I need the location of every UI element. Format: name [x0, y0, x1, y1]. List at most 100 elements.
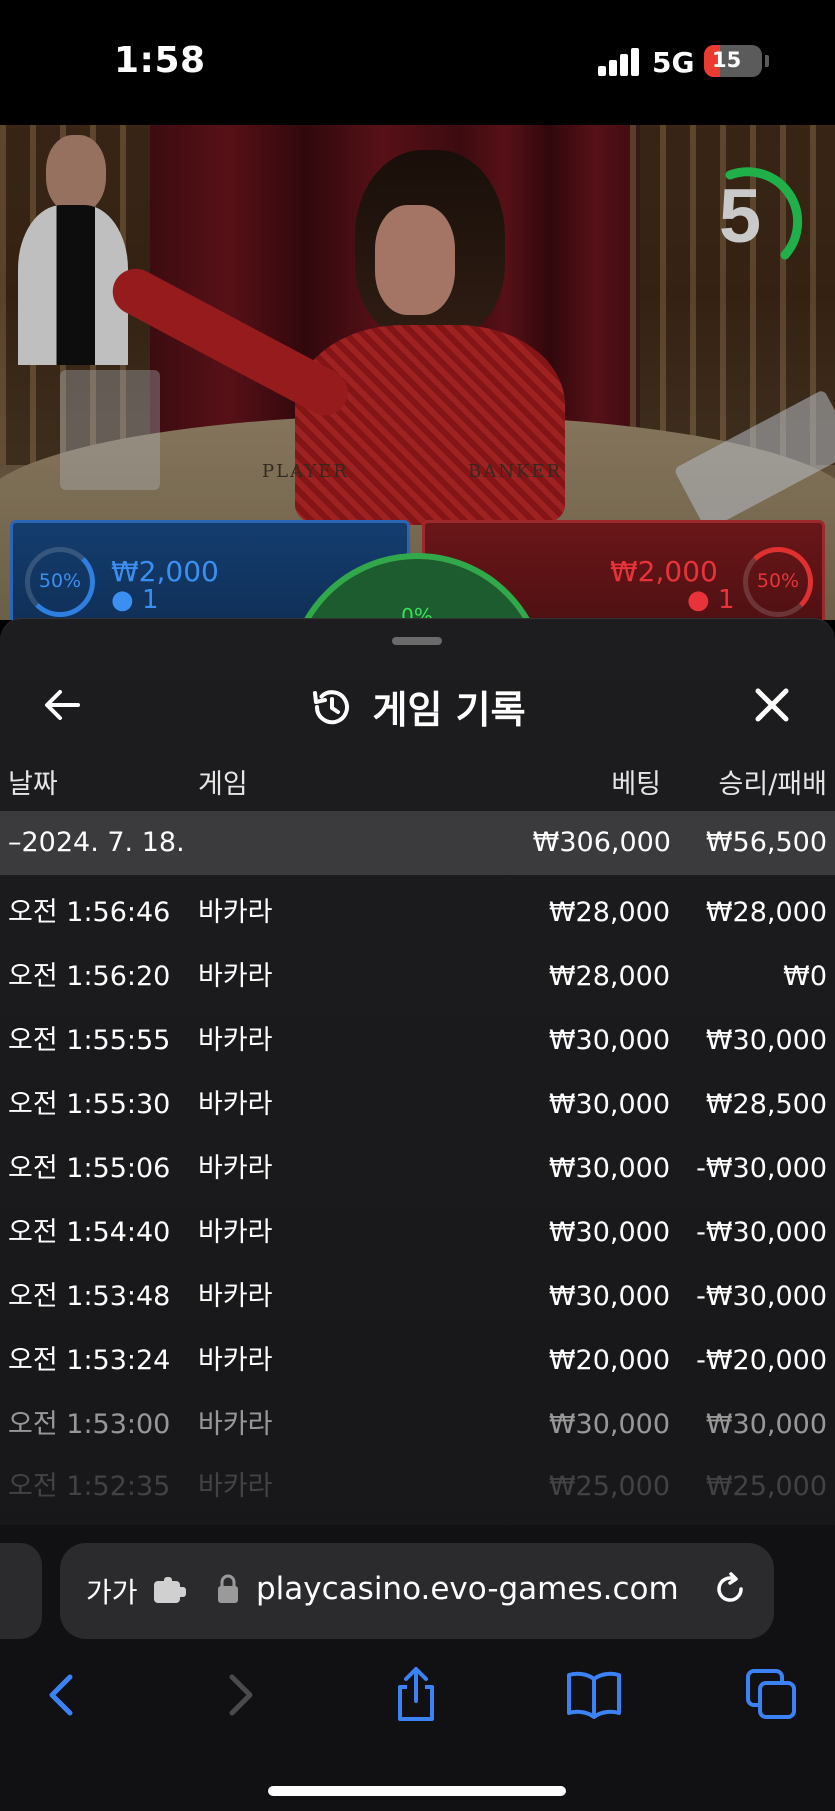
row-win-loss: ₩28,000 [705, 897, 827, 928]
row-bet: ₩30,000 [548, 1153, 670, 1184]
player-percent-ring: 50% [25, 547, 95, 617]
row-game: 바카라 [198, 1471, 273, 1502]
banker-bettor-count: ● 1 [687, 585, 735, 615]
row-time: 오전 1:54:40 [8, 1217, 171, 1248]
battery-nub [765, 55, 769, 67]
cellular-signal-icon [598, 48, 642, 76]
close-icon [755, 688, 789, 722]
table-row[interactable]: 오전 1:53:48 바카라 ₩30,000 -₩30,000 [0, 1265, 835, 1329]
row-game: 바카라 [198, 1281, 273, 1312]
row-win-loss: ₩28,500 [705, 1089, 827, 1120]
summary-date: –2024. 7. 18. [8, 827, 185, 858]
row-game: 바카라 [198, 1153, 273, 1184]
row-win-loss: -₩30,000 [696, 1281, 827, 1312]
row-bet: ₩30,000 [548, 1281, 670, 1312]
row-bet: ₩30,000 [548, 1089, 670, 1120]
row-game: 바카라 [198, 1089, 273, 1120]
table-row[interactable]: 오전 1:52:35 바카라 ₩25,000 ₩25,000 [0, 1455, 835, 1519]
banker-count-value: 1 [717, 585, 735, 615]
row-time: 오전 1:53:24 [8, 1345, 171, 1376]
player-percent: 50% [38, 570, 82, 592]
countdown-value: 5 [718, 174, 762, 259]
row-win-loss: ₩25,000 [705, 1471, 827, 1502]
table-row[interactable]: 오전 1:55:30 바카라 ₩30,000 ₩28,500 [0, 1073, 835, 1137]
share-icon[interactable] [386, 1665, 446, 1725]
forward-nav-icon[interactable] [210, 1665, 270, 1725]
reload-icon[interactable] [710, 1569, 750, 1609]
table-row[interactable]: 오전 1:53:24 바카라 ₩20,000 -₩20,000 [0, 1329, 835, 1393]
row-game: 바카라 [198, 1345, 273, 1376]
extension-icon[interactable] [152, 1575, 188, 1607]
history-icon [313, 689, 350, 724]
row-bet: ₩30,000 [548, 1409, 670, 1440]
address-bar[interactable]: 가가 playcasino.evo-games.com [60, 1543, 774, 1639]
row-bet: ₩25,000 [548, 1471, 670, 1502]
sheet-header: 게임 기록 [0, 659, 835, 755]
column-header-game: 게임 [198, 769, 248, 800]
live-video-stream[interactable]: PLAYER BANKER 5 50% ₩2,000 ● 1 ₩2,000 ● … [0, 125, 835, 620]
banker-bet-amount: ₩2,000 [610, 555, 718, 588]
close-button[interactable] [746, 679, 798, 731]
date-summary-row[interactable]: –2024. 7. 18. ₩306,000 ₩56,500 [0, 811, 835, 875]
row-win-loss: -₩30,000 [696, 1153, 827, 1184]
table-row[interactable]: 오전 1:55:55 바카라 ₩30,000 ₩30,000 [0, 1009, 835, 1073]
row-time: 오전 1:56:20 [8, 961, 171, 992]
row-time: 오전 1:53:48 [8, 1281, 171, 1312]
summary-bet: ₩306,000 [532, 827, 671, 858]
row-win-loss: -₩20,000 [696, 1345, 827, 1376]
game-history-sheet: 게임 기록 날짜 게임 베팅 승리/패배 –2024. 7. 18. ₩306,… [0, 618, 835, 1528]
status-time: 1:58 [114, 40, 206, 81]
player-bettor-count: ● 1 [111, 585, 159, 615]
column-header-win-loss: 승리/패배 [718, 769, 827, 800]
browser-toolbar [0, 1665, 835, 1735]
row-win-loss: ₩30,000 [705, 1025, 827, 1056]
row-time: 오전 1:55:06 [8, 1153, 171, 1184]
row-game: 바카라 [198, 897, 273, 928]
banker-percent-ring: 50% [743, 547, 813, 617]
row-win-loss: ₩30,000 [705, 1409, 827, 1440]
back-nav-icon[interactable] [32, 1665, 92, 1725]
row-time: 오전 1:53:00 [8, 1409, 171, 1440]
sheet-grabber[interactable] [392, 637, 442, 645]
table-row[interactable]: 오전 1:53:00 바카라 ₩30,000 ₩30,000 [0, 1393, 835, 1457]
browser-chrome: 가가 playcasino.evo-games.com [0, 1525, 835, 1811]
sheet-title: 게임 기록 [0, 679, 835, 734]
home-indicator[interactable] [268, 1786, 566, 1796]
page-settings-button[interactable]: 가가 [86, 1571, 138, 1611]
row-bet: ₩28,000 [548, 961, 670, 992]
row-time: 오전 1:52:35 [8, 1471, 171, 1502]
row-bet: ₩30,000 [548, 1217, 670, 1248]
player-bet-amount: ₩2,000 [111, 555, 219, 588]
table-row[interactable]: 오전 1:55:06 바카라 ₩30,000 -₩30,000 [0, 1137, 835, 1201]
tabs-icon[interactable] [742, 1665, 802, 1725]
row-bet: ₩28,000 [548, 897, 670, 928]
status-bar: 1:58 5G 15 [0, 0, 835, 125]
column-header-date: 날짜 [8, 769, 58, 800]
row-game: 바카라 [198, 961, 273, 992]
table-row[interactable]: 오전 1:56:46 바카라 ₩28,000 ₩28,000 [0, 881, 835, 945]
table-row[interactable]: 오전 1:56:20 바카라 ₩28,000 ₩0 [0, 945, 835, 1009]
previous-tab-preview[interactable] [0, 1543, 42, 1639]
row-win-loss: -₩30,000 [696, 1217, 827, 1248]
player-count-value: 1 [141, 585, 159, 615]
table-row[interactable]: 오전 1:54:40 바카라 ₩30,000 -₩30,000 [0, 1201, 835, 1265]
row-time: 오전 1:55:55 [8, 1025, 171, 1056]
row-game: 바카라 [198, 1217, 273, 1248]
row-bet: ₩30,000 [548, 1025, 670, 1056]
row-bet: ₩20,000 [548, 1345, 670, 1376]
battery-level: 15 [712, 48, 742, 72]
bookmarks-icon[interactable] [564, 1665, 624, 1725]
row-game: 바카라 [198, 1409, 273, 1440]
row-time: 오전 1:56:46 [8, 897, 171, 928]
row-win-loss: ₩0 [783, 961, 827, 992]
sheet-title-text: 게임 기록 [372, 688, 526, 732]
row-game: 바카라 [198, 1025, 273, 1056]
network-type: 5G [652, 46, 695, 79]
person-icon: ● [111, 585, 134, 615]
battery-icon: 15 [704, 45, 762, 77]
url-text: playcasino.evo-games.com [256, 1571, 679, 1607]
banker-percent: 50% [756, 570, 800, 592]
column-header-bet: 베팅 [611, 769, 661, 800]
countdown-timer: 5 [690, 155, 810, 275]
row-time: 오전 1:55:30 [8, 1089, 171, 1120]
